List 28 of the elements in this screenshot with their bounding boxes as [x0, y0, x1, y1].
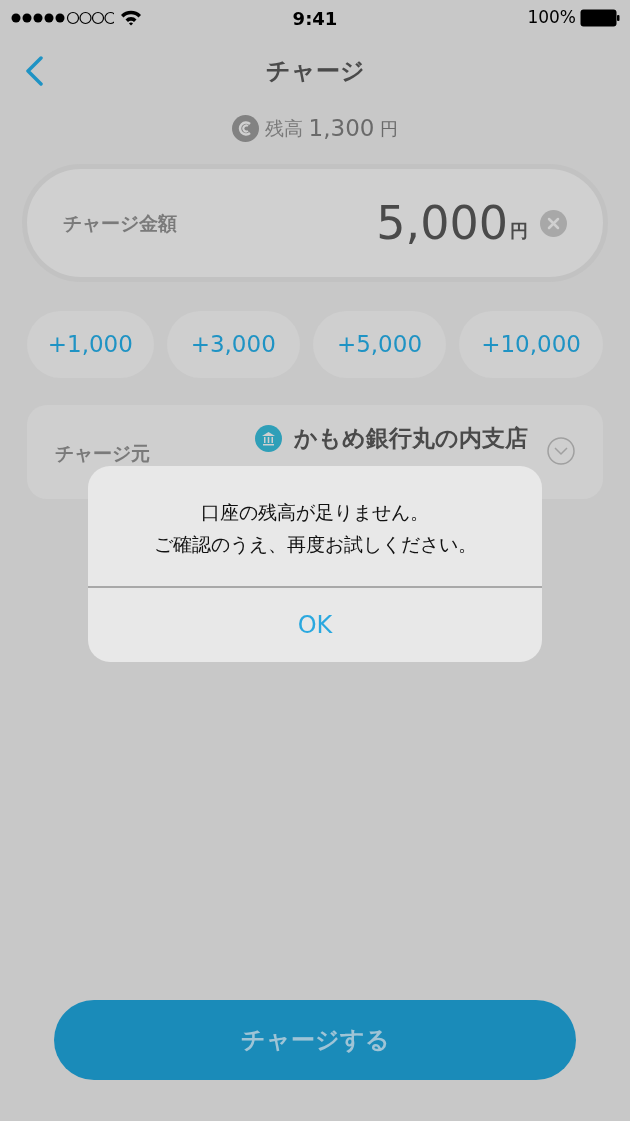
balance-amount: 1,300: [308, 113, 375, 143]
amount-value: 5,000: [376, 200, 508, 246]
alert-message: ご確認のうえ、再度お試しください。: [153, 532, 477, 557]
amount-field[interactable]: チャージ金額 5,000 円: [22, 164, 608, 282]
quick-add-button[interactable]: +5,000: [312, 311, 447, 378]
coin-icon: [231, 114, 259, 142]
signal-icon: [10, 11, 114, 25]
battery-icon: [580, 9, 620, 27]
battery-percent: 100%: [527, 6, 576, 30]
bank-icon: [255, 424, 282, 452]
alert-message: 口座の残高が足りません。: [201, 500, 429, 525]
quick-add-button[interactable]: +3,000: [166, 311, 300, 378]
screen-title: チャージ: [265, 56, 365, 87]
amount-label: チャージ金額: [63, 210, 177, 236]
balance-unit: 円: [380, 116, 399, 141]
chevron-down-icon[interactable]: [547, 437, 575, 465]
charge-button[interactable]: チャージする: [54, 1000, 576, 1080]
clear-icon[interactable]: [540, 209, 567, 237]
bank-name: かもめ銀行丸の内支店: [294, 424, 528, 453]
back-icon[interactable]: [24, 56, 44, 86]
status-time: 9:41: [292, 6, 338, 31]
amount-unit: 円: [510, 219, 528, 243]
quick-add-button[interactable]: +1,000: [27, 311, 154, 378]
balance-label: 残高: [264, 115, 303, 141]
source-label: チャージ元: [55, 441, 150, 466]
wifi-icon: [120, 10, 142, 26]
quick-add-button[interactable]: +10,000: [459, 311, 603, 378]
ok-button[interactable]: OK: [88, 588, 542, 662]
